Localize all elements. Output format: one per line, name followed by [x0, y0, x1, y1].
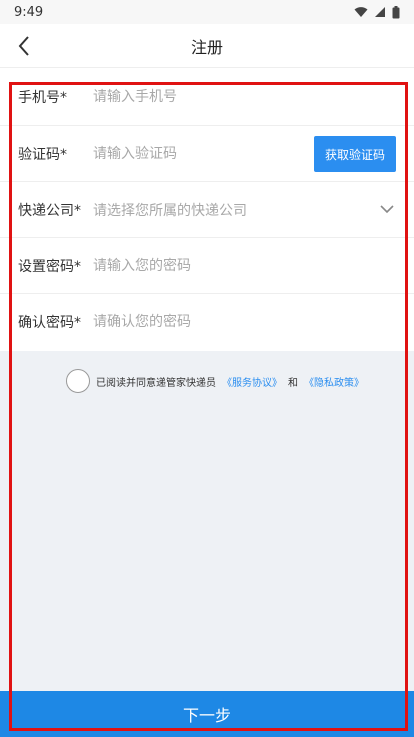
agree-checkbox[interactable] [66, 369, 90, 393]
privacy-policy-link[interactable]: 《隐私政策》 [304, 374, 364, 389]
courier-row[interactable]: 快递公司* 请选择您所属的快递公司 [0, 182, 414, 238]
courier-select[interactable]: 请选择您所属的快递公司 [93, 200, 414, 220]
agreement-area: 已阅读并同意递管家快递员 《服务协议》和《隐私政策》 [0, 351, 414, 691]
phone-label: 手机号* [18, 89, 67, 106]
password-input[interactable] [93, 238, 414, 293]
agreement-and: 和 [288, 377, 298, 389]
agreement-row: 已阅读并同意递管家快递员 《服务协议》和《隐私政策》 [66, 369, 364, 393]
chevron-down-icon[interactable] [378, 200, 396, 218]
signal-icon [375, 7, 385, 17]
confirm-password-input[interactable] [93, 294, 414, 350]
get-code-button[interactable]: 获取验证码 [314, 136, 396, 172]
wifi-icon [354, 7, 368, 17]
status-bar: 9:49 [0, 0, 414, 24]
chevron-left-icon [18, 36, 29, 56]
phone-row: 手机号* [0, 68, 414, 126]
courier-label: 快递公司* [18, 202, 81, 219]
confirm-row: 确认密码* [0, 294, 414, 350]
password-label: 设置密码* [18, 258, 81, 275]
code-row: 验证码* 获取验证码 [0, 126, 414, 182]
nav-bar: 注册 [0, 24, 414, 68]
next-step-button[interactable]: 下一步 [0, 691, 414, 737]
status-icons [354, 5, 400, 19]
page-title: 注册 [190, 37, 223, 57]
code-label: 验证码* [18, 146, 67, 163]
password-row: 设置密码* [0, 238, 414, 294]
battery-icon [392, 5, 400, 18]
status-time: 9:49 [14, 4, 44, 20]
service-agreement-link[interactable]: 《服务协议》 [222, 374, 282, 389]
agreement-text: 已阅读并同意递管家快递员 [96, 377, 216, 389]
confirm-label: 确认密码* [18, 315, 81, 331]
phone-input[interactable] [93, 68, 414, 125]
registration-form: 手机号* 验证码* 获取验证码 快递公司* 请选择您所属的快递公司 设置密码* … [0, 68, 414, 351]
back-button[interactable] [8, 30, 40, 62]
